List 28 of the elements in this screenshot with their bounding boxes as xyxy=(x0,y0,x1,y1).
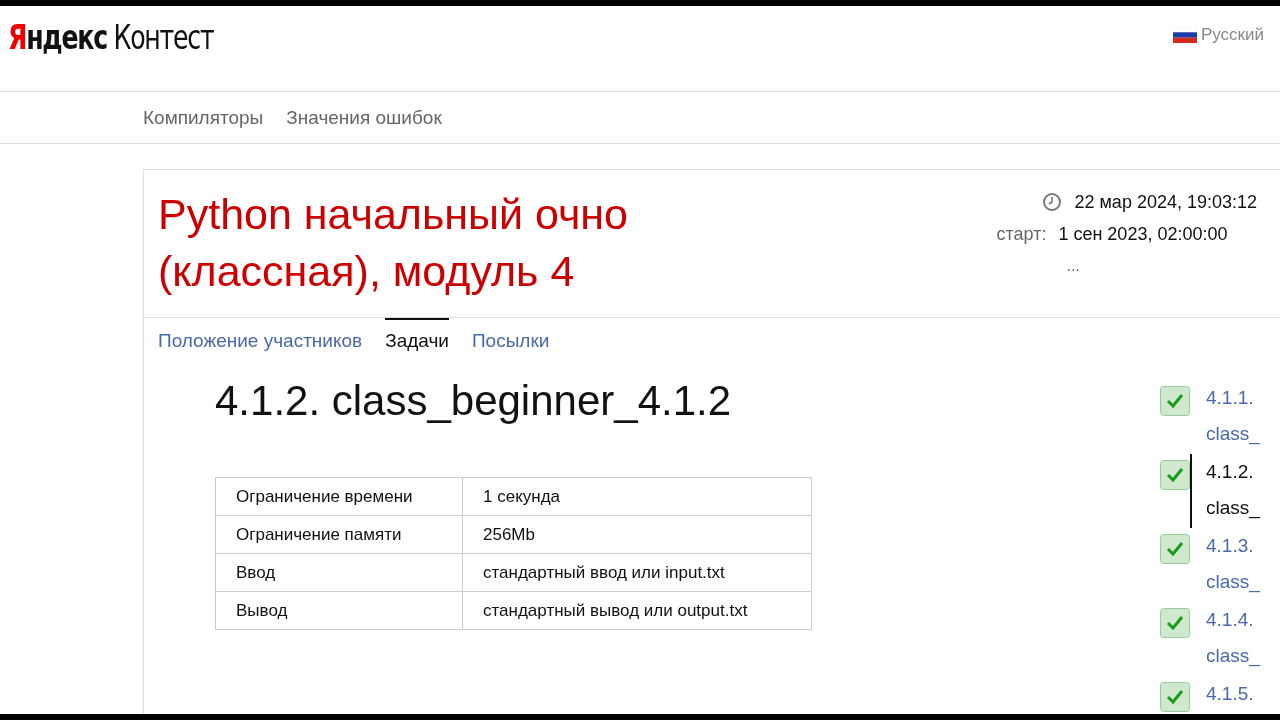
logo[interactable]: Яндекс Контест xyxy=(8,18,214,57)
contest-title: Python начальный очно (классная), модуль 4 xyxy=(158,189,629,297)
nav-link[interactable]: Компиляторы xyxy=(143,106,264,129)
table-cell: стандартный вывод или output.txt xyxy=(462,591,812,630)
problem-link[interactable]: 4.1.5. xyxy=(1206,676,1268,714)
table-cell: Ограничение памяти xyxy=(215,515,463,554)
tab[interactable]: Положение участников xyxy=(158,318,363,357)
start-time: 1 сен 2023, 02:00:00 xyxy=(1058,223,1228,245)
nav-link[interactable]: Значения ошибок xyxy=(286,106,442,129)
table-cell: 256Mb xyxy=(462,515,812,554)
tab[interactable]: Задачи xyxy=(385,318,449,357)
table-cell: Вывод xyxy=(215,591,463,630)
clock-icon xyxy=(1042,192,1063,212)
problem-title: 4.1.2. class_beginner_4.1.2 xyxy=(215,377,733,425)
start-label: старт: xyxy=(996,223,1047,245)
language-link[interactable]: Русский xyxy=(1172,25,1264,45)
more-link[interactable]: ... xyxy=(1062,257,1080,275)
problem-link[interactable]: 4.1.1. class_ xyxy=(1206,380,1268,454)
tab[interactable]: Посылки xyxy=(471,318,550,357)
table-cell: 1 секунда xyxy=(462,477,812,516)
problem-link[interactable]: 4.1.3. class_ xyxy=(1206,528,1268,602)
table-cell: Ограничение времени xyxy=(215,477,463,516)
table-cell: стандартный ввод или input.txt xyxy=(462,553,812,592)
problem-link[interactable]: 4.1.4. class_ xyxy=(1206,602,1268,676)
flag-icon xyxy=(1172,27,1197,43)
current-time: 22 мар 2024, 19:03:12 xyxy=(1074,191,1257,213)
table-cell: Ввод xyxy=(215,553,463,592)
problem-link[interactable]: 4.1.2. class_ xyxy=(1190,454,1268,528)
